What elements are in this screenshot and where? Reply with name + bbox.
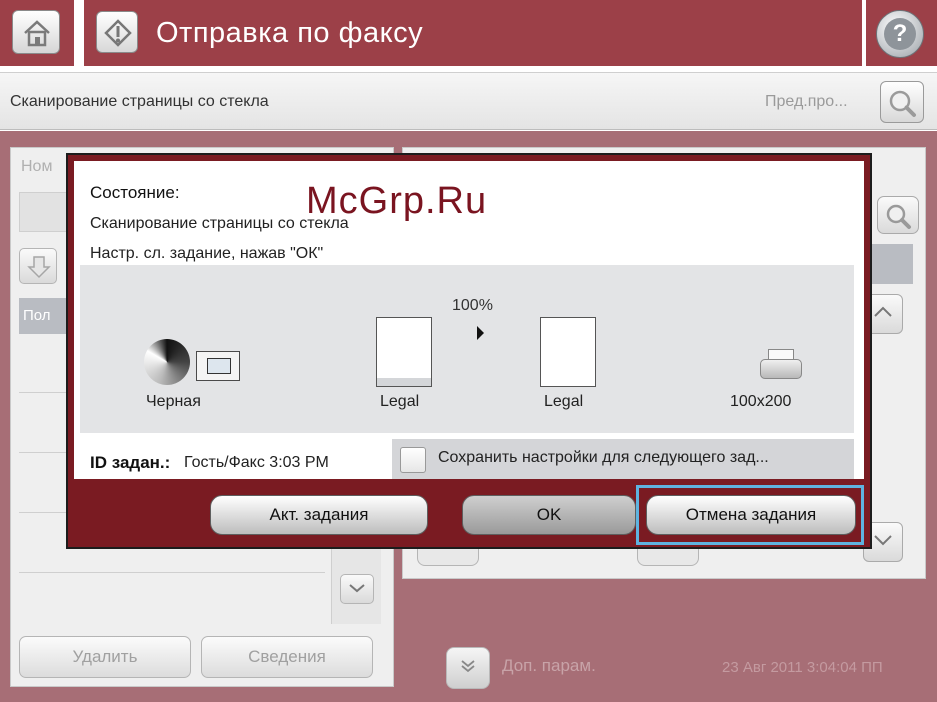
job-id-label: ID задан.:: [90, 453, 171, 472]
preview-label[interactable]: Пред.про...: [765, 93, 848, 111]
chevron-down-icon: [874, 535, 892, 546]
recipient-list-header-label: Пол: [23, 307, 51, 324]
resolution-caption: 100x200: [730, 393, 792, 410]
output-page-icon: [540, 317, 596, 387]
original-page-icon: [376, 317, 432, 387]
preview-button[interactable]: [880, 81, 924, 123]
job-id-value: Гость/Факс 3:03 PM: [184, 454, 329, 471]
header-bar: Отправка по факсу ?: [0, 0, 937, 68]
arrow-right-icon: [477, 326, 484, 340]
help-button[interactable]: ?: [876, 10, 924, 58]
recipient-label: Ном: [21, 158, 53, 175]
status-message-line2: Настр. сл. задание, нажав "ОК": [90, 245, 324, 262]
fax-icon: [104, 19, 132, 47]
home-button-area: [0, 0, 74, 66]
status-bar: Сканирование страницы со стекла Пред.про…: [0, 72, 937, 130]
save-settings-checkbox[interactable]: [400, 447, 426, 473]
search-button[interactable]: [877, 196, 919, 234]
cancel-job-button[interactable]: Отмена задания: [646, 495, 856, 535]
status-text: Сканирование страницы со стекла: [10, 93, 269, 110]
magnifier-icon: [889, 90, 916, 117]
chevron-up-icon: [874, 306, 892, 317]
chevron-down-icon: [349, 584, 365, 593]
home-button[interactable]: [12, 10, 60, 54]
color-mode-icon: [144, 339, 190, 385]
job-id-row: ID задан.: Гость/Факс 3:03 PM Сохранить …: [80, 439, 854, 479]
option-button-stub[interactable]: [637, 548, 699, 566]
more-options-label[interactable]: Доп. парам.: [502, 656, 596, 676]
color-mode-caption: Черная: [146, 393, 201, 410]
watermark-logo: McGrp.Ru: [306, 180, 488, 222]
original-size-caption: Legal: [380, 393, 420, 410]
save-settings-label[interactable]: Сохранить настройки для следующего зад..…: [438, 449, 769, 467]
printer-body: [760, 359, 802, 379]
ok-button[interactable]: OK: [462, 495, 636, 535]
help-button-area: ?: [866, 0, 937, 66]
home-icon: [24, 20, 50, 47]
datetime-display: 23 Авг 2011 3:04:04 ПП: [722, 659, 883, 676]
status-heading: Состояние:: [90, 183, 180, 202]
scale-value: 100%: [452, 297, 493, 314]
add-recipient-button[interactable]: [19, 248, 57, 284]
save-settings-option[interactable]: Сохранить настройки для следующего зад..…: [392, 439, 854, 479]
help-icon: ?: [884, 18, 916, 50]
details-button[interactable]: Сведения: [201, 636, 373, 678]
more-options-button[interactable]: [446, 647, 490, 689]
double-chevron-down-icon: [461, 660, 475, 673]
printer-icon: [760, 349, 802, 385]
active-jobs-button[interactable]: Акт. задания: [210, 495, 428, 535]
arrow-down-icon: [27, 256, 51, 279]
fax-app-button: [96, 11, 138, 53]
option-button-stub[interactable]: [417, 548, 479, 566]
scroll-down-button[interactable]: [340, 574, 374, 604]
page-title: Отправка по факсу: [156, 17, 424, 49]
title-bar: Отправка по факсу: [84, 0, 862, 66]
output-size-caption: Legal: [544, 393, 584, 410]
delete-button[interactable]: Удалить: [19, 636, 191, 678]
list-row-divider: [19, 572, 325, 573]
sides-icon: [196, 351, 240, 381]
magnifier-icon: [886, 204, 911, 229]
